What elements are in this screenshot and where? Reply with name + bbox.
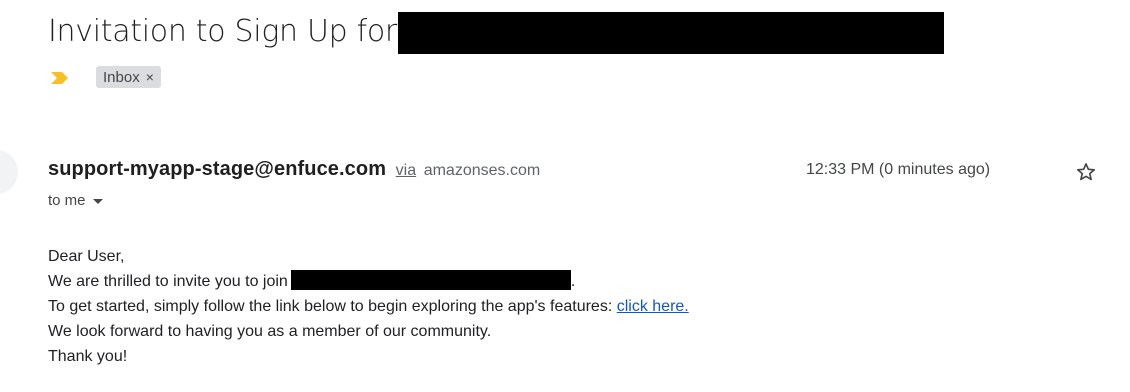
- click-here-link[interactable]: click here.: [617, 298, 689, 315]
- via-domain: amazonses.com: [423, 162, 541, 179]
- invite-suffix: .: [570, 273, 576, 290]
- body-line-getting-started: To get started, simply follow the link b…: [48, 294, 689, 319]
- recipient-details-toggle[interactable]: to me: [48, 192, 103, 209]
- label-chip-text: Inbox: [103, 68, 140, 86]
- sender-email[interactable]: support-myapp-stage@enfuce.com: [48, 158, 386, 180]
- subject-heading: Invitation to Sign Up for: [48, 12, 944, 54]
- recipient-text: to me: [48, 192, 86, 209]
- label-chip-inbox[interactable]: Inbox ×: [96, 66, 161, 88]
- closing: Thank you!: [48, 348, 128, 365]
- getting-started-text: To get started, simply follow the link b…: [48, 298, 613, 315]
- message-body: Dear User, We are thrilled to invite you…: [48, 244, 689, 369]
- timestamp: 12:33 PM (0 minutes ago): [806, 161, 991, 178]
- importance-marker-icon[interactable]: [50, 71, 70, 85]
- redacted-subject-block: [397, 12, 944, 54]
- redacted-app-name-block: [290, 270, 571, 290]
- remove-label-close-icon[interactable]: ×: [146, 69, 154, 85]
- avatar[interactable]: [0, 150, 18, 194]
- greeting: Dear User,: [48, 248, 125, 265]
- label-row: Inbox ×: [50, 66, 161, 88]
- body-line-community: We look forward to having you as a membe…: [48, 323, 492, 340]
- star-icon[interactable]: [1075, 161, 1097, 183]
- subject-text: Invitation to Sign Up for: [48, 14, 397, 49]
- sender-line: support-myapp-stage@enfuce.com via amazo…: [48, 158, 540, 181]
- via-link[interactable]: via: [396, 162, 416, 179]
- chevron-down-icon: [92, 198, 103, 204]
- body-line-invite: We are thrilled to invite you to join.: [48, 269, 689, 294]
- invite-text: We are thrilled to invite you to join: [48, 273, 288, 290]
